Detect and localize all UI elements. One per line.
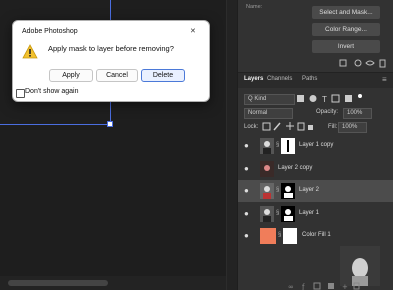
kind-filter-select[interactable]: Q Kind [244,94,295,105]
canvas-vertical-scrollbar[interactable] [226,0,237,290]
mask-action-icons [339,59,386,68]
visibility-eye-icon[interactable]: ● [244,186,249,195]
dialog-message: Apply mask to layer before removing? [48,44,174,53]
load-selection-icon[interactable] [339,59,347,67]
layer-row[interactable]: ● § Color Fill 1 [238,225,393,247]
filter-toggle-icon[interactable] [358,94,362,98]
mask-thumbnail[interactable] [283,228,297,244]
apply-mask-icon[interactable] [354,59,362,67]
dialog-title: Adobe Photoshop [22,28,78,35]
properties-name-label: Name: [246,4,263,10]
layer-preview-image [340,246,380,286]
layer-name[interactable]: Color Fill 1 [302,232,331,238]
delete-button[interactable]: Delete [141,69,185,82]
shape-filter-icon[interactable] [331,94,340,103]
layer-row[interactable]: ● Layer 2 copy [238,158,393,180]
lock-all-icon[interactable] [308,125,313,130]
layer-name[interactable]: Layer 1 copy [299,142,333,148]
layer-name[interactable]: Layer 1 [299,210,319,216]
lock-label: Lock: [244,124,259,130]
tab-layers[interactable]: Layers [244,76,263,82]
visibility-eye-icon[interactable]: ● [244,164,249,173]
fx-icon[interactable]: ƒ [301,283,305,290]
mask-thumbnail[interactable] [281,183,295,199]
visibility-eye-icon[interactable]: ● [244,209,249,218]
chain-link-icon[interactable]: § [276,210,279,216]
layer-name[interactable]: Layer 2 [299,187,319,193]
new-group-icon[interactable] [328,283,334,289]
visibility-eye-icon[interactable]: ● [244,141,249,150]
lock-pixels-icon[interactable] [273,122,281,131]
tab-channels[interactable]: Channels [267,76,292,82]
layers-bottom-icons: ∞ ƒ + [288,282,360,290]
new-layer-icon[interactable]: + [342,283,348,290]
smart-object-filter-icon[interactable] [345,95,352,102]
fill-input[interactable]: 100% [338,122,367,133]
layer-row-selected[interactable]: ● § Layer 2 [238,180,393,202]
dont-show-again-label[interactable]: Don't show again [25,88,78,95]
warning-icon [22,44,38,59]
chain-link-icon[interactable]: § [276,187,279,193]
layer-name[interactable]: Layer 2 copy [278,165,312,171]
artboard-lock-icon[interactable] [297,122,305,131]
opacity-input[interactable]: 100% [343,108,372,119]
layer-thumbnail [260,161,274,177]
invert-button[interactable]: Invert [312,40,380,53]
link-layers-icon[interactable]: ∞ [288,283,294,290]
blend-mode-select[interactable]: Normal [244,108,293,119]
apply-button[interactable]: Apply [49,69,93,82]
select-and-mask-button[interactable]: Select and Mask... [312,6,380,19]
layer-thumbnail [260,183,274,199]
fill-label: Fill: [328,124,338,130]
chain-link-icon[interactable]: § [276,142,279,148]
trash-icon[interactable] [379,59,386,68]
pixel-filter-icon[interactable] [297,95,304,102]
color-fill-thumbnail [260,228,276,244]
opacity-label: Opacity: [316,109,339,115]
transform-handle[interactable] [107,121,113,127]
adjustment-filter-icon[interactable] [309,95,317,102]
mask-thumbnail[interactable] [281,138,295,154]
color-range-button[interactable]: Color Range... [312,23,380,36]
layer-thumbnail [260,206,274,222]
type-filter-icon[interactable]: T [322,95,327,104]
canvas-scrollbar-thumb[interactable] [8,280,108,286]
filter-icons: T [297,94,362,104]
delete-layer-icon[interactable] [353,282,360,290]
layer-row[interactable]: ● § Layer 1 copy [238,135,393,157]
panel-menu-icon[interactable]: ≡ [382,75,387,84]
layer-row[interactable]: ● § Layer 1 [238,203,393,225]
chain-link-icon[interactable]: § [278,232,281,238]
lock-position-icon[interactable] [286,122,294,130]
visibility-icon[interactable] [365,60,375,66]
lock-transparent-icon[interactable] [262,122,271,131]
layer-thumbnail [260,138,274,154]
visibility-eye-icon[interactable]: ● [244,231,249,240]
close-icon[interactable]: ✕ [190,27,196,35]
cancel-button[interactable]: Cancel [96,69,138,82]
lock-icons [262,122,313,131]
dont-show-again-checkbox[interactable] [16,89,25,98]
tab-paths[interactable]: Paths [302,76,317,82]
add-mask-icon[interactable] [313,282,321,290]
mask-thumbnail[interactable] [281,206,295,222]
